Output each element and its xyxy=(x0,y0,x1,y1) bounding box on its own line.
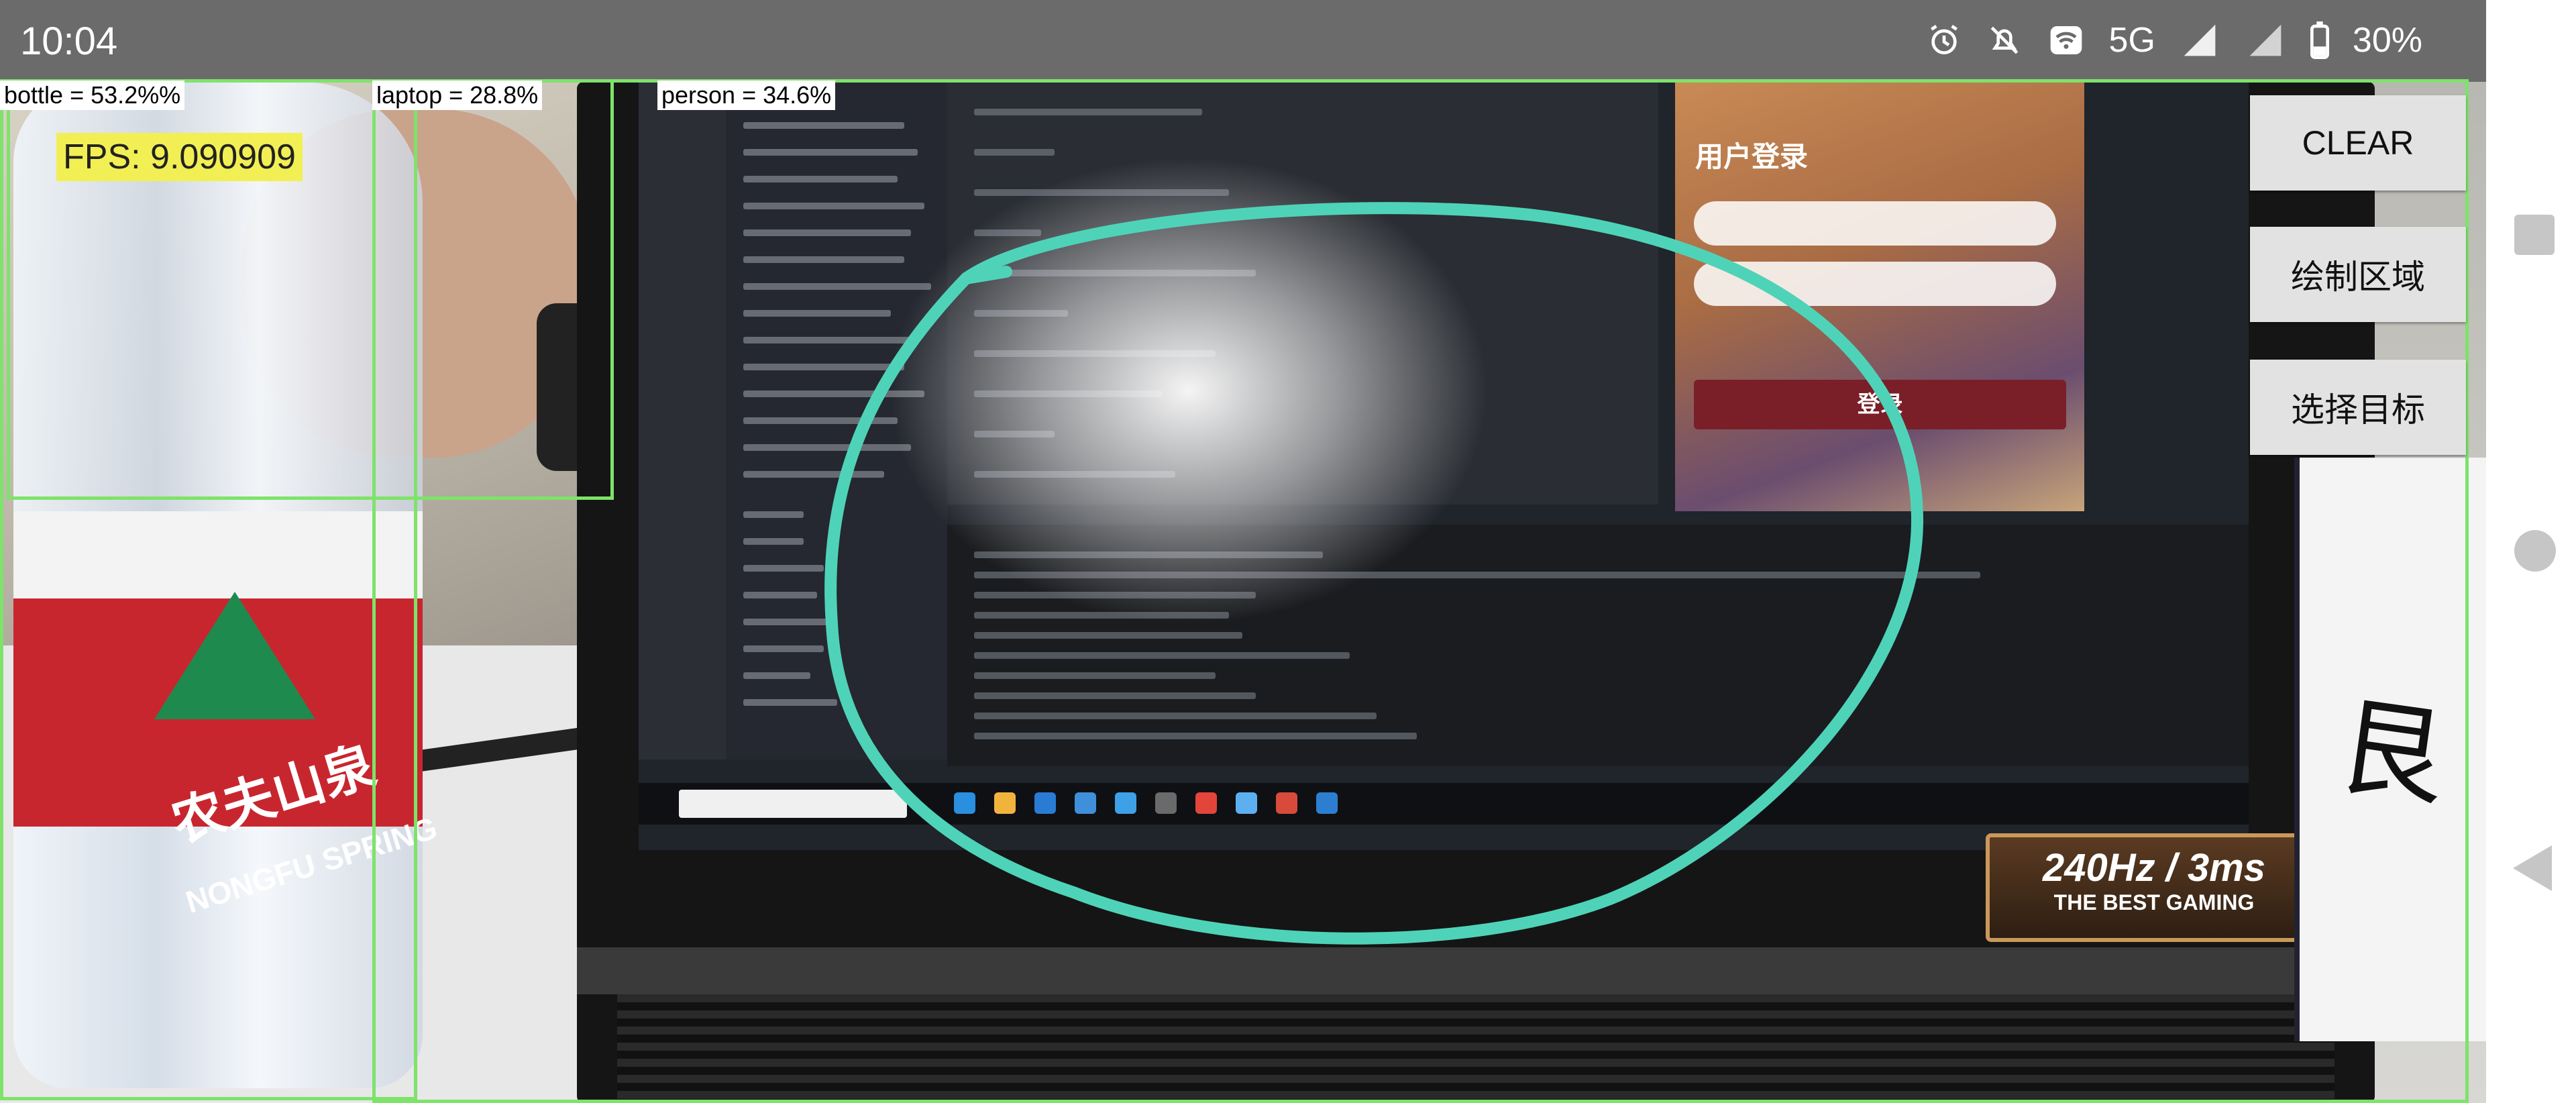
detection-box-bottle xyxy=(0,79,417,1100)
home-icon[interactable] xyxy=(2514,530,2556,572)
back-icon[interactable] xyxy=(2513,845,2552,891)
detection-label-laptop: laptop = 28.8% xyxy=(372,81,543,110)
detection-label-person: person = 34.6% xyxy=(657,81,836,110)
draw-region-button[interactable]: 绘制区域 xyxy=(2250,227,2466,322)
system-navigation-bar xyxy=(2486,0,2576,1103)
clear-button[interactable]: CLEAR xyxy=(2250,95,2466,191)
recents-icon[interactable] xyxy=(2514,215,2555,255)
fps-label: FPS: 9.090909 xyxy=(56,133,303,181)
detection-box-laptop xyxy=(372,79,2469,1103)
detection-label-bottle: bottle = 53.2%% xyxy=(0,81,185,110)
select-target-button[interactable]: 选择目标 xyxy=(2250,360,2466,455)
